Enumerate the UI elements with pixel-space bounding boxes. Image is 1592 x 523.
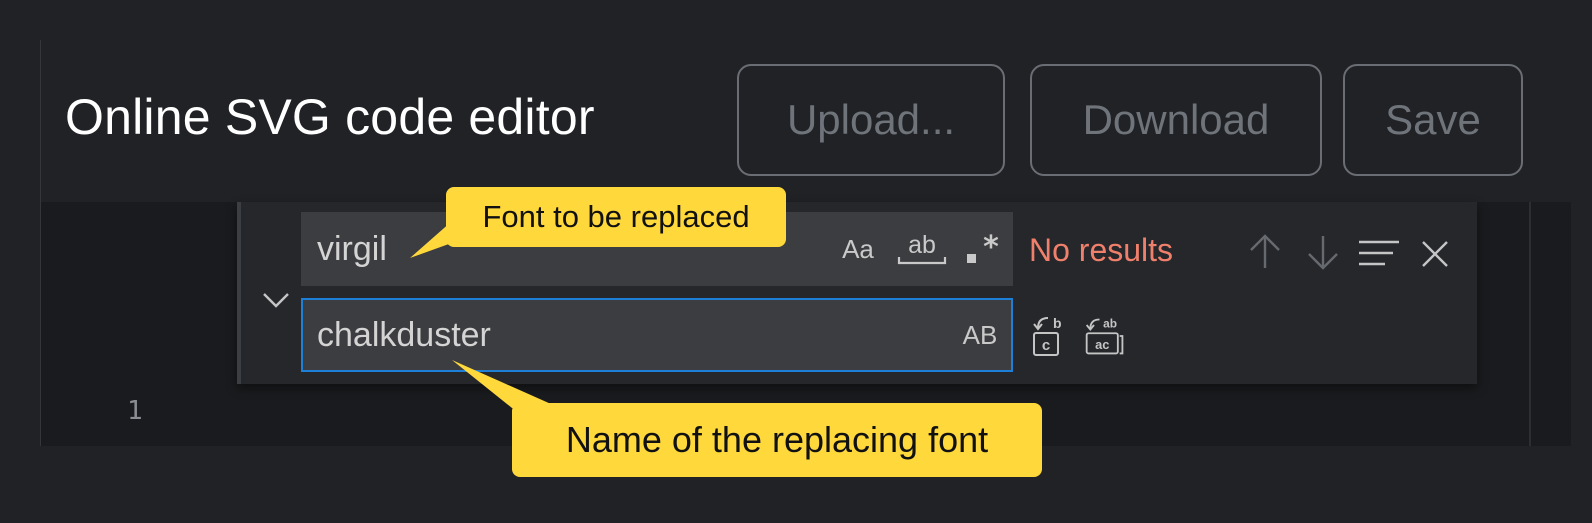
callout-replace-tail [452, 360, 560, 408]
callout-replace: Name of the replacing font [512, 403, 1042, 477]
callout-find: Font to be replaced [446, 187, 786, 247]
